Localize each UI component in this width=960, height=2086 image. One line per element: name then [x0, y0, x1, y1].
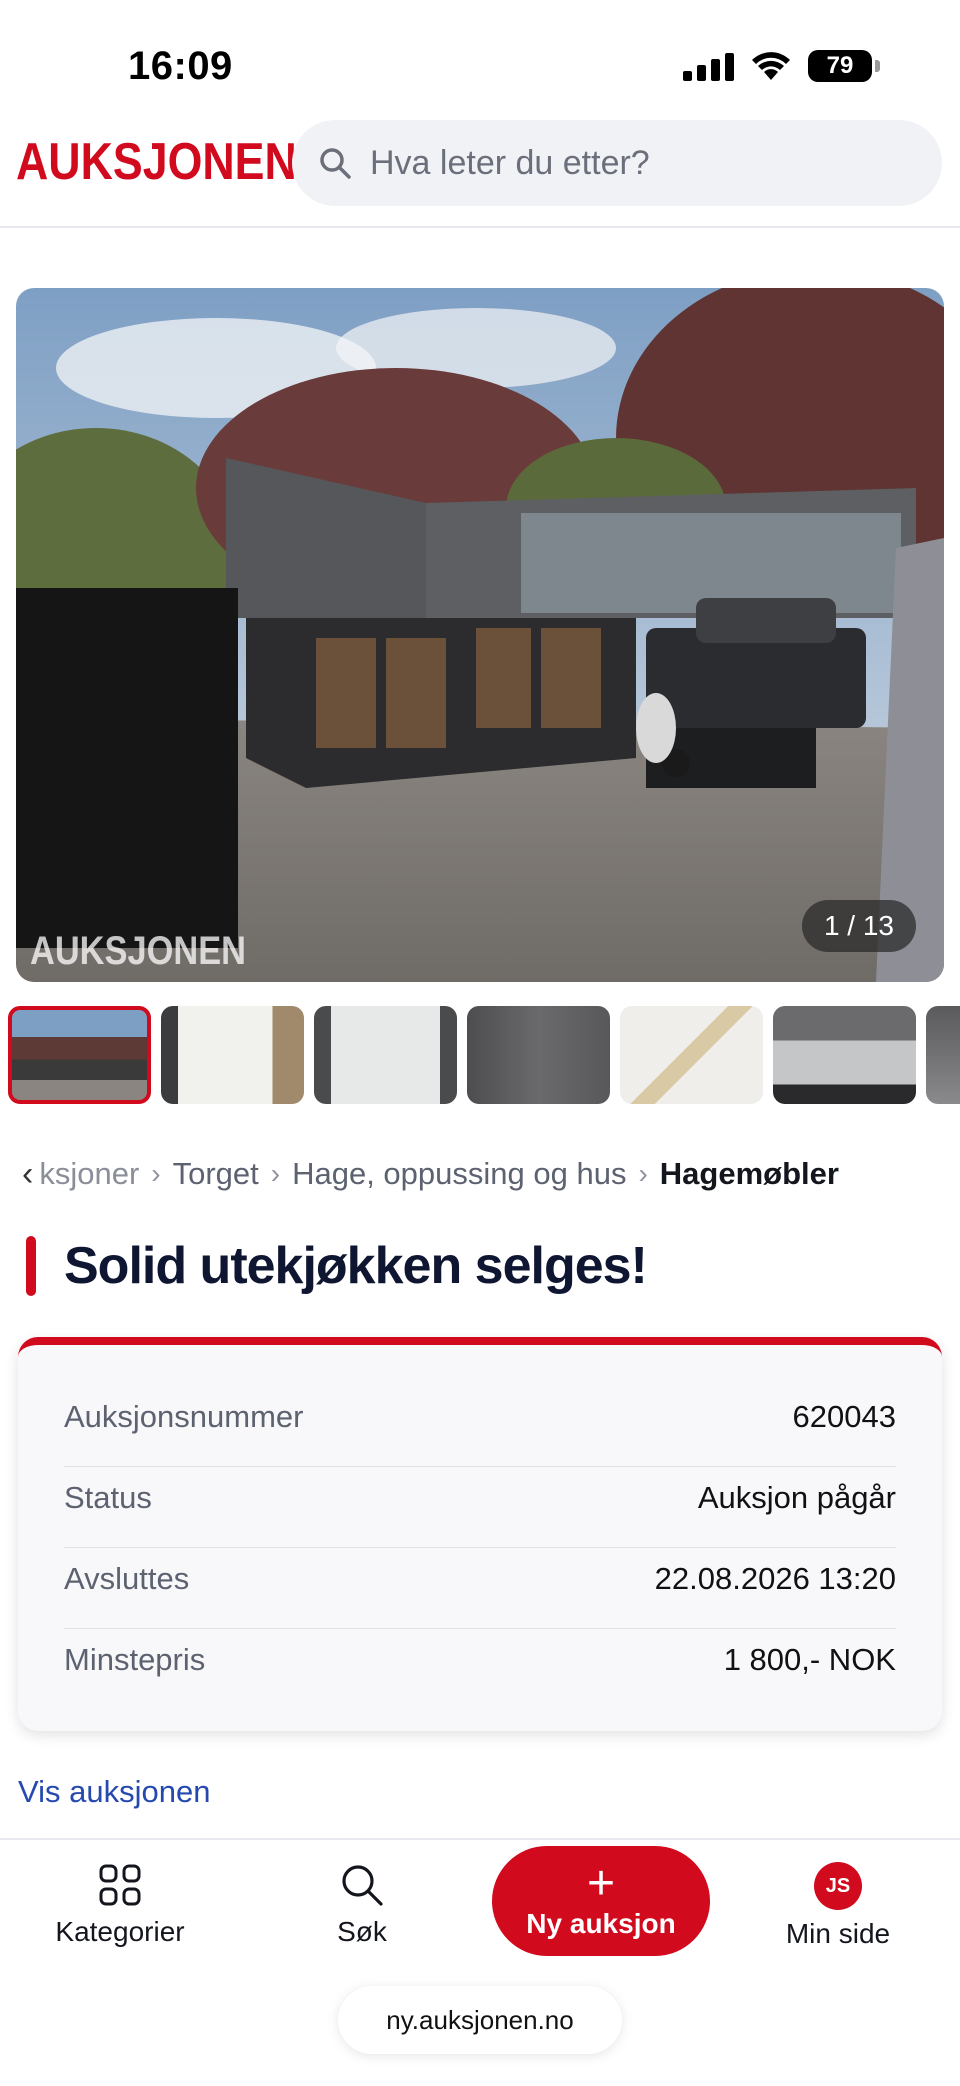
photo-watermark: AUKSJONEN: [30, 929, 246, 973]
detail-label: Avsluttes: [64, 1561, 190, 1596]
wifi-icon: [752, 52, 790, 80]
breadcrumb-item-hage[interactable]: Hage, oppussing og hus: [292, 1156, 626, 1192]
thumbnail-3[interactable]: [314, 1006, 457, 1104]
grid-icon: [99, 1864, 141, 1906]
photo-counter: 1 / 13: [801, 900, 916, 952]
status-bar: 16:09 79: [0, 0, 960, 110]
detail-label: Minstepris: [64, 1642, 206, 1677]
outdoor-kitchen-photo: [16, 288, 944, 982]
nav-my-page[interactable]: JS Min side: [738, 1862, 938, 1950]
detail-row-auction-number: Auksjonsnummer 620043: [64, 1377, 896, 1457]
listing-title: Solid utekjøkken selges!: [64, 1237, 648, 1295]
search-icon: [342, 1865, 383, 1906]
nav-label: Kategorier: [55, 1916, 185, 1947]
breadcrumb: ‹ ksjoner › Torget › Hage, oppussing og …: [22, 1150, 942, 1198]
detail-value: Auksjon pågår: [697, 1480, 896, 1515]
chevron-right-icon: ›: [638, 1158, 648, 1189]
avatar: JS: [814, 1862, 862, 1910]
detail-row-min-price: Minstepris 1 800,- NOK: [64, 1620, 896, 1700]
battery-level: 79: [826, 52, 854, 79]
search-input[interactable]: [370, 143, 930, 183]
thumbnail-4[interactable]: [467, 1006, 610, 1104]
thumbnail-7[interactable]: [926, 1006, 960, 1104]
new-auction-button[interactable]: + Ny auksjon: [492, 1846, 710, 1956]
title-accent-bar: [26, 1236, 36, 1296]
search-icon: [320, 148, 351, 179]
site-logo[interactable]: AUKSJONEN: [16, 132, 297, 192]
chevron-right-icon: ›: [151, 1158, 161, 1189]
search-bar[interactable]: [292, 120, 942, 206]
detail-value: 620043: [792, 1399, 896, 1434]
battery-icon: 79: [808, 50, 880, 82]
thumbnail-5[interactable]: [620, 1006, 763, 1104]
new-auction-label: Ny auksjon: [526, 1908, 676, 1939]
cellular-signal-icon: [683, 51, 734, 81]
status-time: 16:09: [128, 44, 233, 88]
nav-label: Søk: [337, 1916, 387, 1947]
status-icons: 79: [683, 50, 880, 82]
nav-categories[interactable]: Kategorier: [20, 1862, 220, 1948]
browser-url-bar[interactable]: ny.auksjonen.no: [338, 1986, 622, 2054]
thumbnail-6[interactable]: [773, 1006, 916, 1104]
thumbnail-strip[interactable]: [8, 1006, 960, 1106]
view-auction-link[interactable]: Vis auksjonen: [18, 1774, 210, 1810]
detail-value: 22.08.2026 13:20: [654, 1561, 896, 1596]
plus-icon: +: [586, 1857, 616, 1910]
auction-details-card: Auksjonsnummer 620043 Status Auksjon påg…: [18, 1337, 942, 1731]
thumbnail-2[interactable]: [161, 1006, 304, 1104]
detail-row-status: Status Auksjon pågår: [64, 1458, 896, 1538]
detail-label: Auksjonsnummer: [64, 1399, 304, 1434]
breadcrumb-item-auksjoner[interactable]: ksjoner: [39, 1156, 139, 1192]
breadcrumb-current: Hagemøbler: [659, 1156, 839, 1191]
nav-search[interactable]: Søk: [262, 1862, 462, 1948]
chevron-right-icon: ›: [270, 1158, 281, 1189]
detail-row-ends: Avsluttes 22.08.2026 13:20: [64, 1539, 896, 1619]
breadcrumb-item-torget[interactable]: Torget: [173, 1156, 259, 1192]
chevron-left-icon[interactable]: ‹: [22, 1155, 33, 1194]
detail-value: 1 800,- NOK: [723, 1642, 896, 1677]
listing-title-block: Solid utekjøkken selges!: [26, 1236, 648, 1296]
thumbnail-1[interactable]: [8, 1006, 151, 1104]
main-photo[interactable]: AUKSJONEN 1 / 13: [16, 288, 944, 982]
detail-label: Status: [64, 1480, 152, 1515]
nav-label: Min side: [785, 1918, 891, 1949]
site-header: AUKSJONEN: [0, 110, 960, 228]
